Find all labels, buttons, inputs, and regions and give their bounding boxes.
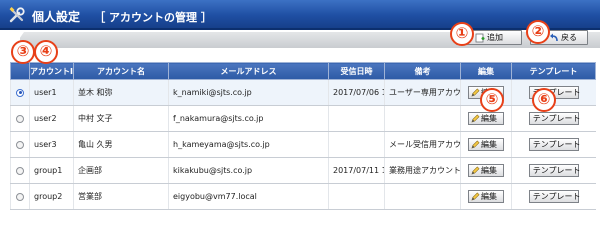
edit-button-label: 編集 xyxy=(481,114,497,123)
column-header-template: テンプレート xyxy=(511,62,596,80)
table-row[interactable]: user2 中村 文子 f_nakamura@sjts.co.jp 編集 テンプ… xyxy=(10,105,596,132)
page-subtitle: ［ アカウントの管理 ］ xyxy=(94,11,212,24)
edit-cell: 編集 xyxy=(460,183,512,210)
annotation-badge-3: ③ xyxy=(11,40,35,64)
note-cell xyxy=(384,105,461,132)
received-date-cell xyxy=(328,183,385,210)
table-row[interactable]: user1 並木 和弥 k_namiki@sjts.co.jp 2017/07/… xyxy=(10,79,596,106)
template-button[interactable]: テンプレート xyxy=(528,190,581,203)
edit-button-label: 編集 xyxy=(481,166,497,175)
received-date-cell xyxy=(328,105,385,132)
page-title: 個人設定 ［ アカウントの管理 ］ xyxy=(32,8,212,25)
received-date-cell: 2017/07/06 18:27:40 xyxy=(328,79,385,106)
column-header-account-name[interactable]: アカウント名 xyxy=(73,62,169,80)
email-cell: eigyobu@vm77.local xyxy=(168,183,329,210)
column-header-email[interactable]: メールアドレス xyxy=(168,62,329,80)
accounts-table: アカウントID アカウント名 メールアドレス 受信日時 備考 編集 テンプレート… xyxy=(10,62,596,210)
note-cell: メール受信用アカウント xyxy=(384,131,461,158)
annotation-badge-1: ① xyxy=(450,22,474,46)
column-header-edit: 編集 xyxy=(460,62,512,80)
row-select-cell[interactable] xyxy=(10,105,30,132)
annotation-badge-2: ② xyxy=(526,20,550,44)
email-cell: k_namiki@sjts.co.jp xyxy=(168,79,329,106)
row-radio[interactable] xyxy=(16,192,24,201)
row-select-cell[interactable] xyxy=(10,131,30,158)
account-name-cell: 企画部 xyxy=(73,157,169,184)
edit-button-label: 編集 xyxy=(481,192,497,201)
email-cell: h_kameyama@sjts.co.jp xyxy=(168,131,329,158)
column-header-received[interactable]: 受信日時 xyxy=(328,62,385,80)
template-button[interactable]: テンプレート xyxy=(528,164,581,177)
note-cell: 業務用途アカウント xyxy=(384,157,461,184)
pencil-icon xyxy=(471,166,480,175)
row-radio[interactable] xyxy=(16,166,24,175)
template-cell: テンプレート xyxy=(511,131,596,158)
account-id-cell: user3 xyxy=(29,131,74,158)
row-radio[interactable] xyxy=(16,114,24,123)
tools-icon xyxy=(9,7,25,23)
received-date-cell xyxy=(328,131,385,158)
page-title-text: 個人設定 xyxy=(32,10,81,24)
row-select-cell[interactable] xyxy=(10,79,30,106)
table-row[interactable]: group2 営業部 eigyobu@vm77.local 編集 テンプレート xyxy=(10,183,596,210)
template-button[interactable]: テンプレート xyxy=(528,138,581,151)
table-row[interactable]: user3 亀山 久男 h_kameyama@sjts.co.jp メール受信用… xyxy=(10,131,596,158)
email-cell: f_nakamura@sjts.co.jp xyxy=(168,105,329,132)
template-button[interactable]: テンプレート xyxy=(528,112,581,125)
edit-button[interactable]: 編集 xyxy=(468,112,504,125)
edit-cell: 編集 xyxy=(460,131,512,158)
note-cell: ユーザー専用アカウント xyxy=(384,79,461,106)
template-cell: テンプレート xyxy=(511,157,596,184)
account-id-cell: group1 xyxy=(29,157,74,184)
title-bar: 個人設定 ［ アカウントの管理 ］ xyxy=(0,0,600,30)
pencil-icon xyxy=(471,114,480,123)
row-radio[interactable] xyxy=(16,140,24,149)
annotation-badge-6: ⑥ xyxy=(532,88,556,112)
edit-button[interactable]: 編集 xyxy=(468,164,504,177)
pencil-icon xyxy=(471,88,480,97)
note-cell xyxy=(384,183,461,210)
add-icon xyxy=(475,33,485,43)
account-name-cell: 並木 和弥 xyxy=(73,79,169,106)
edit-button[interactable]: 編集 xyxy=(468,138,504,151)
row-radio[interactable] xyxy=(16,88,24,97)
email-cell: kikakubu@sjts.co.jp xyxy=(168,157,329,184)
edit-button[interactable]: 編集 xyxy=(468,190,504,203)
account-id-cell: user2 xyxy=(29,105,74,132)
account-id-cell: user1 xyxy=(29,79,74,106)
row-select-cell[interactable] xyxy=(10,157,30,184)
annotation-badge-5: ⑤ xyxy=(480,88,504,112)
back-button-label: 戻る xyxy=(561,33,577,42)
received-date-cell: 2017/07/11 14:13:38 xyxy=(328,157,385,184)
template-cell: テンプレート xyxy=(511,105,596,132)
add-button-label: 追加 xyxy=(487,33,503,42)
account-id-cell: group2 xyxy=(29,183,74,210)
back-arrow-icon xyxy=(550,33,558,42)
pencil-icon xyxy=(471,192,480,201)
template-cell: テンプレート xyxy=(511,183,596,210)
account-name-cell: 中村 文子 xyxy=(73,105,169,132)
edit-button-label: 編集 xyxy=(481,140,497,149)
column-header-note[interactable]: 備考 xyxy=(384,62,461,80)
column-header-account-id[interactable]: アカウントID xyxy=(29,62,74,80)
table-header-row: アカウントID アカウント名 メールアドレス 受信日時 備考 編集 テンプレート xyxy=(10,62,596,80)
row-select-cell[interactable] xyxy=(10,183,30,210)
edit-cell: 編集 xyxy=(460,157,512,184)
annotation-badge-4: ④ xyxy=(34,40,58,64)
pencil-icon xyxy=(471,140,480,149)
account-name-cell: 亀山 久男 xyxy=(73,131,169,158)
table-row[interactable]: group1 企画部 kikakubu@sjts.co.jp 2017/07/1… xyxy=(10,157,596,184)
column-header-select xyxy=(10,62,30,80)
account-name-cell: 営業部 xyxy=(73,183,169,210)
